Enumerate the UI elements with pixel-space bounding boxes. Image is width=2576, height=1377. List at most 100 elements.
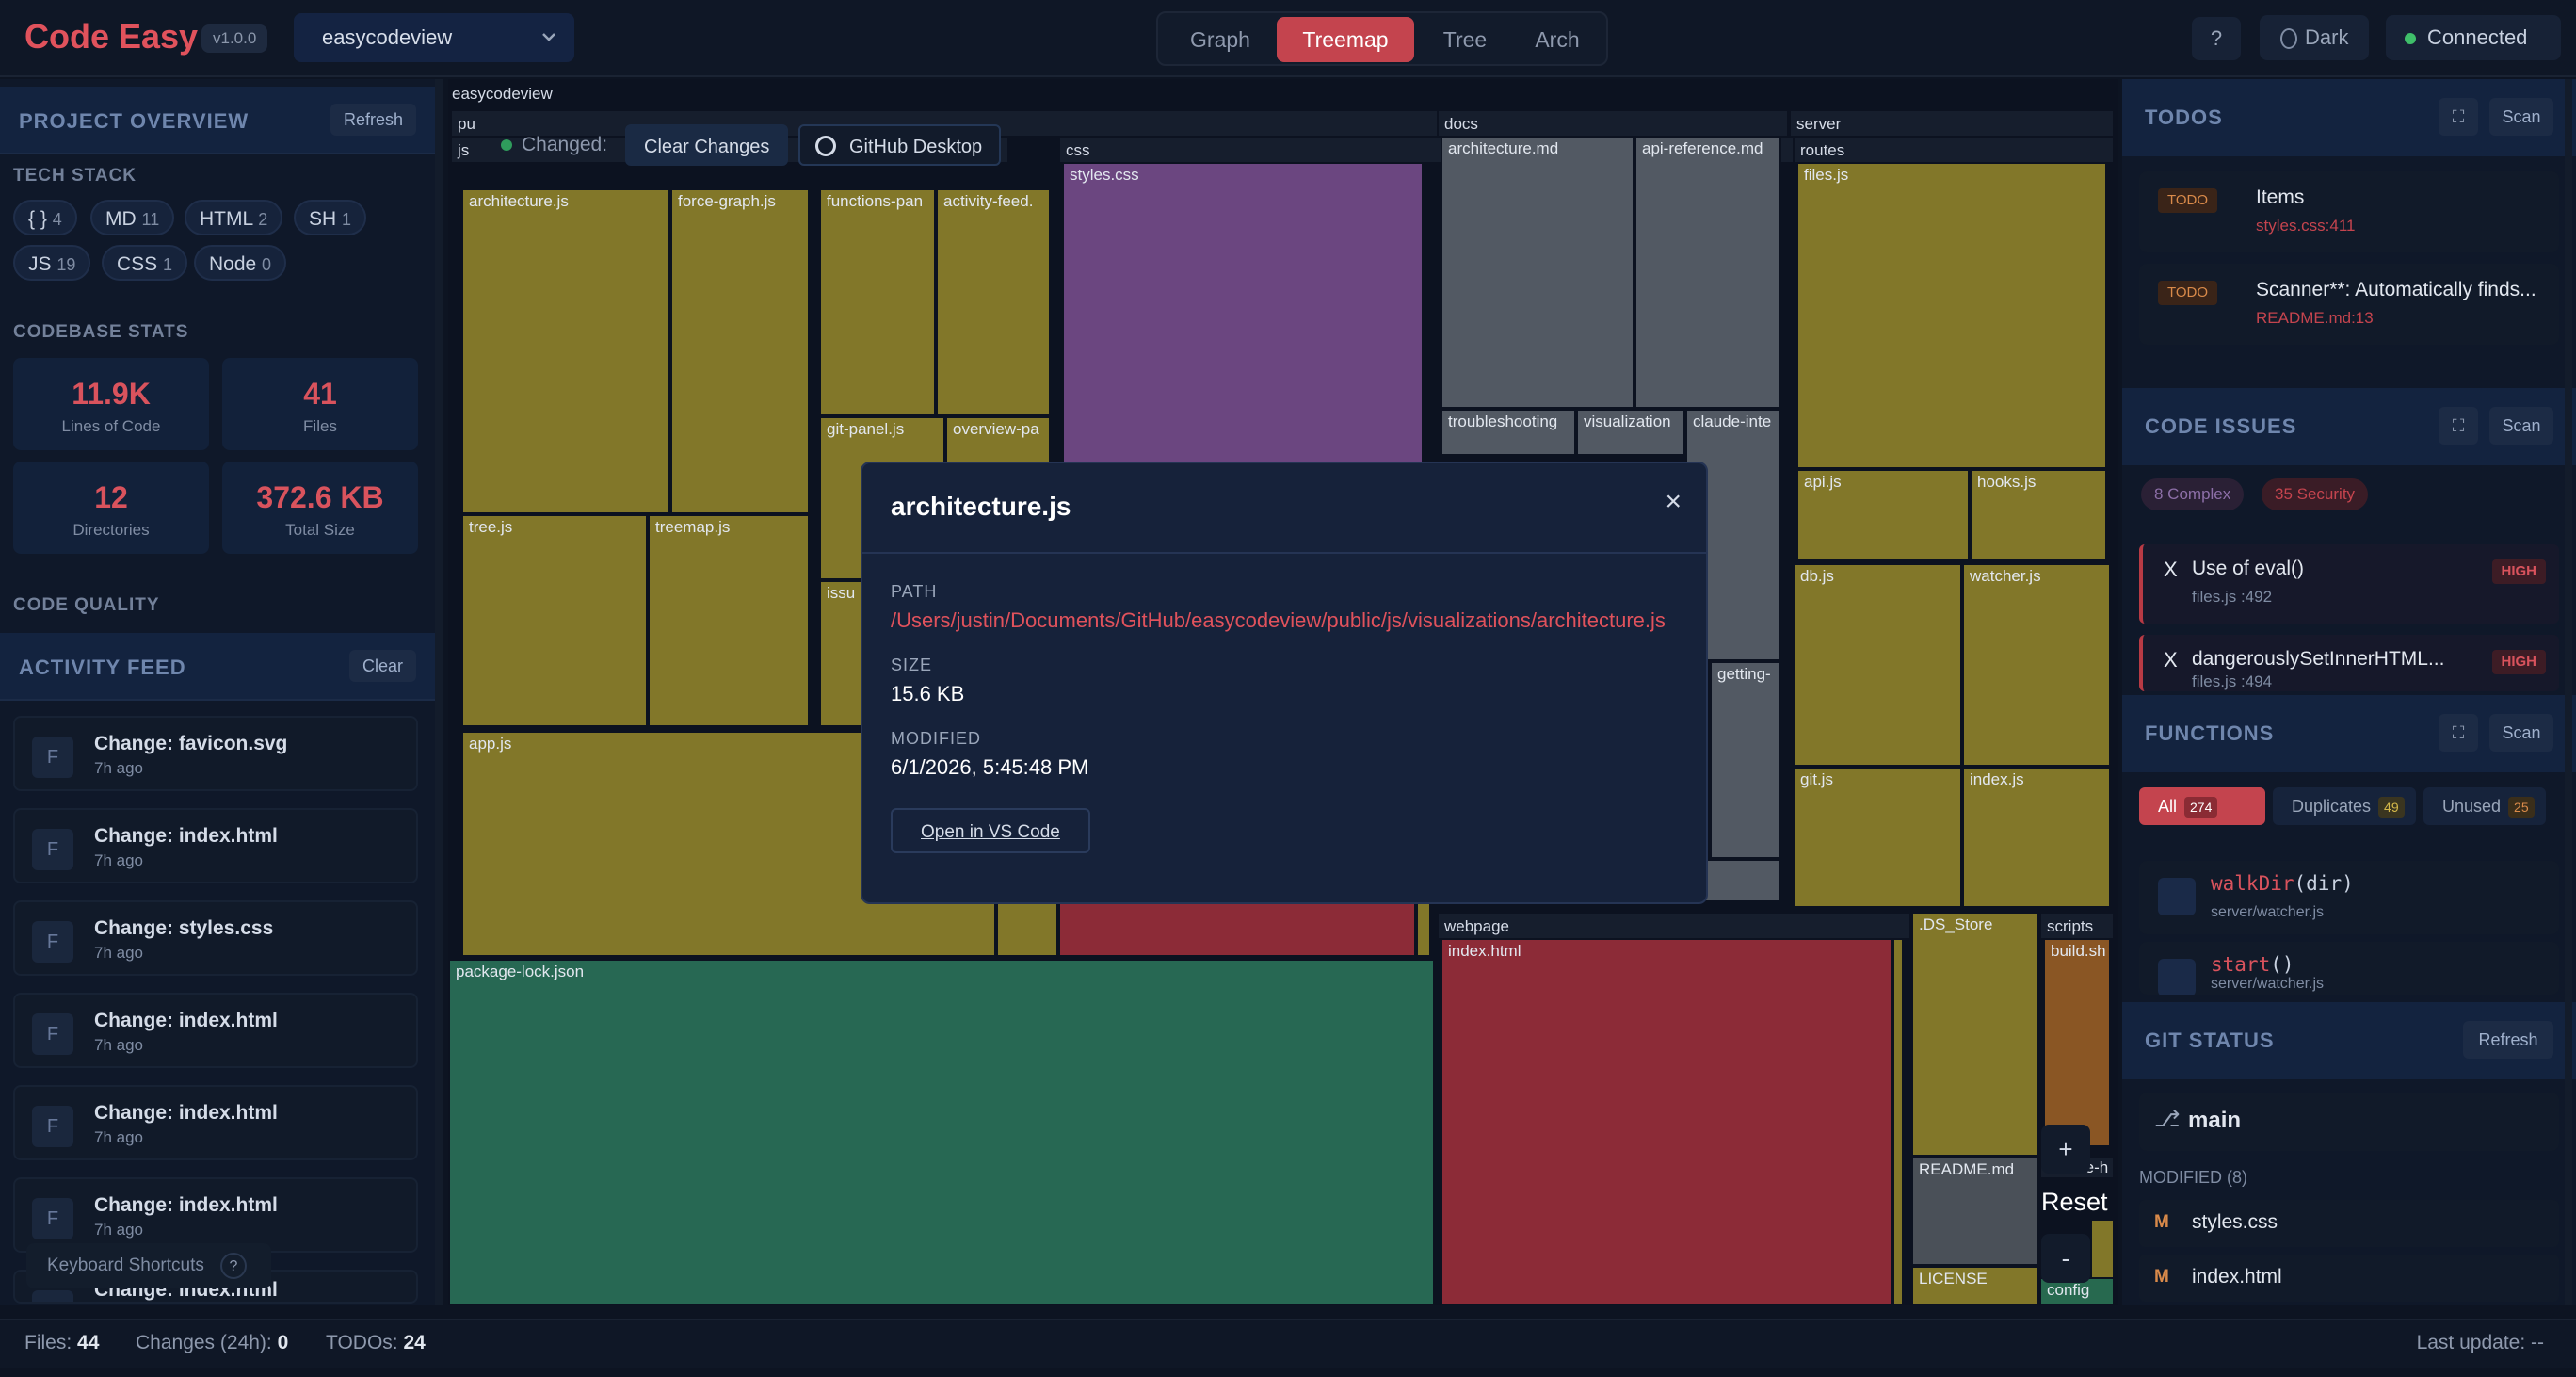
right-scrollbar[interactable] [2565,79,2572,1305]
treemap-cell[interactable]: .DS_Store [1911,912,2039,1157]
list-item[interactable]: F Change: index.html 7h ago [13,993,418,1068]
open-in-vscode-button[interactable]: Open in VS Code [891,808,1090,853]
github-desktop-button[interactable]: GitHub Desktop [798,124,1002,166]
treemap-cell[interactable]: watcher.js [1962,563,2111,767]
tech-chip-sh[interactable]: SH 1 [294,200,367,235]
file-icon: F [32,1106,73,1147]
zoom-in-button[interactable]: + [2041,1125,2090,1174]
expand-icon[interactable]: ⛶ [2439,714,2478,752]
treemap-cell[interactable]: api-reference.md [1634,136,1781,409]
issues-scan-button[interactable]: Scan [2489,407,2553,445]
treemap-cell[interactable]: git.js [1793,767,1962,908]
tech-chip-css[interactable]: CSS 1 [102,245,188,281]
connection-status[interactable]: Connected [2386,15,2561,60]
list-item[interactable]: F Change: favicon.svg 7h ago [13,716,418,791]
theme-label: Dark [2305,25,2349,49]
modified-label: MODIFIED [891,729,981,748]
file-icon: F [32,1290,73,1302]
treemap-cell[interactable]: files.js [1796,162,2107,469]
treemap-cell[interactable]: functions-pan [819,188,936,416]
treemap-cell[interactable]: package-lock.json [448,959,1435,1305]
tech-chip-html[interactable]: HTML 2 [185,200,283,235]
security-filter-chip[interactable]: 35 Security [2262,478,2369,510]
close-icon[interactable]: X [2164,648,2178,672]
todos-scan-button[interactable]: Scan [2489,98,2553,136]
treemap-cell[interactable] [2090,1219,2115,1281]
list-item[interactable]: start() server/watcher.js [2139,942,2559,995]
treemap-cell[interactable]: architecture.md [1441,136,1634,409]
left-scrollbar[interactable] [435,79,443,1305]
tech-chip-json[interactable]: { } 4 [13,200,77,235]
treemap-group-scripts[interactable]: scripts [2039,912,2115,940]
treemap-cell[interactable]: architecture.js [461,188,670,514]
list-item[interactable]: F Change: index.html 7h ago [13,1177,418,1253]
branch-name: main [2188,1108,2242,1133]
stat-total-size: 372.6 KB Total Size [222,462,418,554]
tech-chip-node[interactable]: Node 0 [194,245,287,281]
issue-item[interactable]: X Use of eval() files.js :492 HIGH [2139,544,2559,624]
treemap-cell[interactable]: LICENSE [1911,1266,2039,1305]
treemap-cell[interactable]: treemap.js [648,514,810,727]
issues-title: CODE ISSUES [2145,414,2297,438]
treemap-cell[interactable]: index.html [1441,938,1892,1305]
issue-item[interactable]: X dangerouslySetInnerHTML... files.js :49… [2139,635,2559,691]
tab-treemap[interactable]: Treemap [1277,17,1414,62]
file-details-modal: architecture.js × PATH /Users/justin/Doc… [861,462,1708,904]
branch-indicator[interactable]: ⎇ main [2139,1093,2559,1151]
tech-chip-js[interactable]: JS 19 [13,245,91,281]
zoom-out-button[interactable]: - [2041,1234,2090,1283]
tab-graph[interactable]: Graph [1164,17,1277,62]
complex-filter-chip[interactable]: 8 Complex [2141,478,2245,510]
expand-icon[interactable]: ⛶ [2439,407,2478,445]
overview-refresh-button[interactable]: Refresh [330,104,416,136]
list-item[interactable]: TODO Scanner**: Automatically finds... RE… [2139,264,2559,345]
list-item[interactable]: TODO Items styles.css:411 [2139,171,2559,252]
theme-toggle-button[interactable]: Dark [2260,15,2369,60]
treemap-cell[interactable] [1892,938,1904,1305]
expand-icon[interactable]: ⛶ [2439,98,2478,136]
zoom-reset-button[interactable]: Reset [2041,1177,2115,1226]
tab-duplicates[interactable]: Duplicates 49 [2273,787,2416,825]
clear-changes-button[interactable]: Clear Changes [625,124,789,166]
treemap-cell[interactable]: visualization [1576,409,1685,456]
git-refresh-button[interactable]: Refresh [2463,1021,2553,1059]
treemap-cell[interactable]: db.js [1793,563,1962,767]
tech-chip-md[interactable]: MD 11 [90,200,175,235]
treemap-group-docs[interactable]: docs [1437,109,1789,138]
help-button[interactable]: ? [2192,17,2241,60]
list-item[interactable]: M index.html [2139,1255,2559,1302]
list-item[interactable]: F Change: index.html 7h ago [13,1085,418,1160]
treemap-cell[interactable]: activity-feed. [936,188,1051,416]
list-item[interactable]: M styles.css [2139,1200,2559,1247]
treemap-cell[interactable]: force-graph.js [670,188,810,514]
treemap-group-server[interactable]: server [1789,109,2115,138]
treemap-cell[interactable]: troubleshooting [1441,409,1576,456]
treemap-cell[interactable]: hooks.js [1970,469,2107,561]
issues-panel-header: CODE ISSUES ⛶ Scan [2122,388,2576,465]
tab-tree[interactable]: Tree [1418,17,1512,62]
treemap-group-routes[interactable]: routes [1793,136,2115,164]
treemap-cell[interactable]: index.js [1962,767,2111,908]
last-update: Last update: -- [2416,1332,2544,1353]
list-item[interactable]: walkDir(dir) server/watcher.js [2139,861,2559,934]
treemap-cell[interactable]: tree.js [461,514,648,727]
question-icon: ? [220,1253,247,1279]
tab-unused[interactable]: Unused 25 [2423,787,2546,825]
list-item[interactable]: F Change: index.html 7h ago [13,808,418,883]
treemap-cell[interactable]: README.md [1911,1157,2039,1266]
list-item[interactable]: F Change: styles.css 7h ago [13,900,418,976]
treemap-cell[interactable]: issu [819,580,866,727]
activity-clear-button[interactable]: Clear [348,650,416,682]
functions-scan-button[interactable]: Scan [2489,714,2553,752]
tab-all-functions[interactable]: All 274 [2139,787,2265,825]
tab-arch[interactable]: Arch [1512,17,1602,62]
treemap-cell[interactable]: getting- [1710,661,1781,859]
treemap-cell[interactable]: build.sh [2043,938,2111,1147]
treemap-group-webpage[interactable]: webpage [1437,912,1911,940]
close-icon[interactable]: X [2164,558,2178,582]
changed-label: Changed: [522,134,608,155]
close-icon[interactable]: × [1665,486,1682,518]
project-select[interactable]: easycodeview [294,13,574,62]
keyboard-shortcuts-button[interactable]: Keyboard Shortcuts ? [26,1243,271,1288]
treemap-cell[interactable]: api.js [1796,469,1970,561]
